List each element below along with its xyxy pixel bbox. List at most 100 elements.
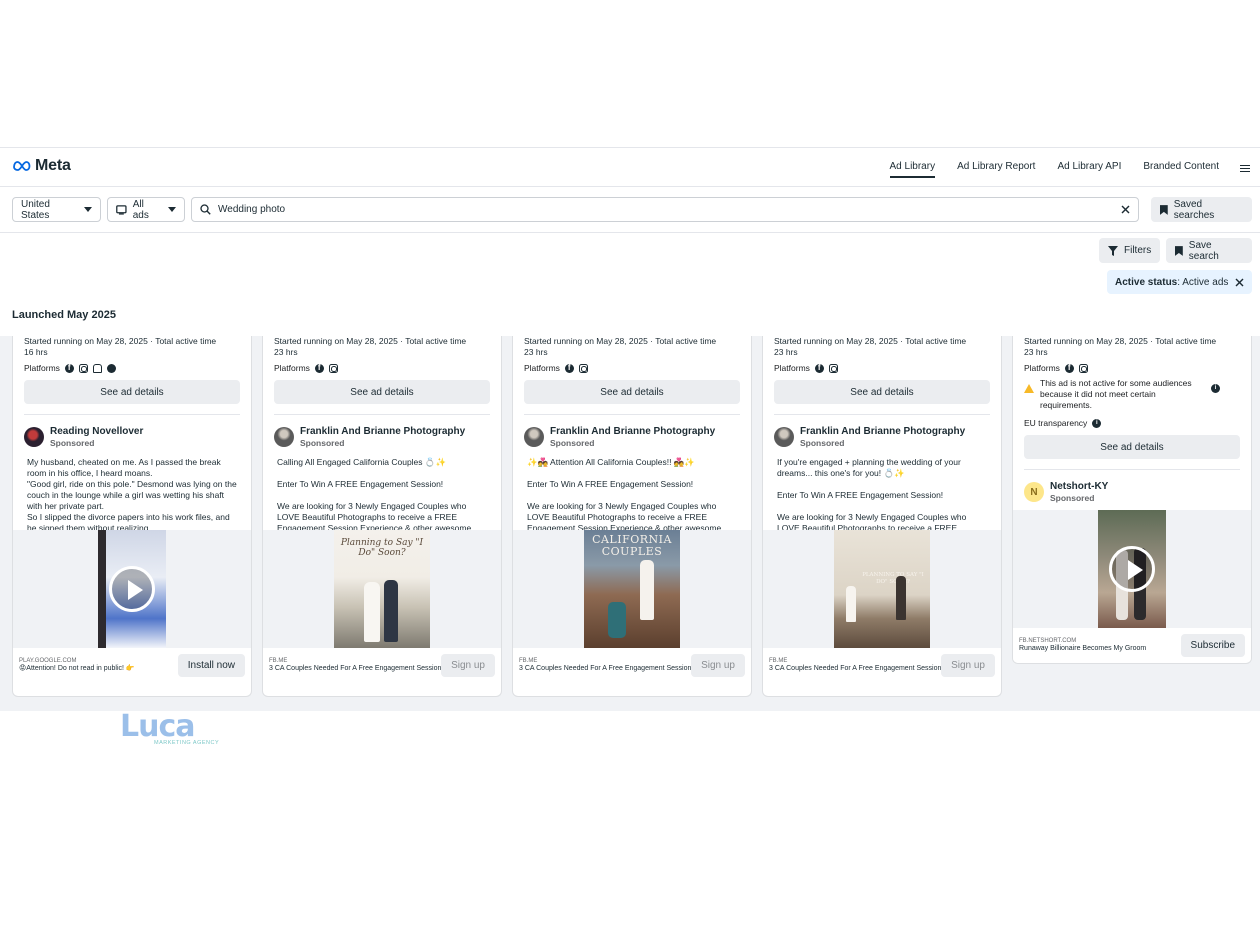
image-caption: Planning to Say "I Do" Soon? [340,538,424,558]
see-ad-details-button[interactable]: See ad details [1024,435,1240,459]
close-icon[interactable] [1121,205,1130,214]
advertiser-header[interactable]: Franklin And Brianne Photography Sponsor… [763,425,1001,449]
audience-warning: This ad is not active for some audiences… [1013,378,1251,411]
menu-icon[interactable] [1230,148,1260,188]
ad-card: Started running on May 28, 2025 · Total … [1012,336,1252,664]
platforms-label: Platforms [774,363,810,373]
avatar[interactable] [524,427,544,447]
sponsored-label: Sponsored [300,437,345,448]
play-icon[interactable] [109,566,155,612]
ad-media[interactable] [1013,510,1251,628]
nav-ad-library[interactable]: Ad Library [879,148,947,188]
advertiser-name[interactable]: Reading Novellover [50,426,143,438]
avatar[interactable] [774,427,794,447]
save-search-button[interactable]: Save search [1166,238,1252,263]
sponsored-label: Sponsored [1050,492,1095,503]
ad-footer[interactable]: FB.ME 3 CA Couples Needed For A Free Eng… [763,648,1001,682]
started-running: Started running on May 28, 2025 · Total … [24,336,217,346]
warning-icon [1024,384,1034,393]
advertiser-header[interactable]: N Netshort-KY Sponsored [1013,480,1251,504]
search-query: Wedding photo [218,204,286,215]
instagram-icon [828,363,838,373]
active-status-chip[interactable]: Active status: Active ads [1107,270,1252,294]
sign-up-button[interactable]: Sign up [691,653,745,677]
facebook-icon [314,363,324,373]
nav-branded-content[interactable]: Branded Content [1132,148,1230,188]
started-running: Started running on May 28, 2025 · Total … [1024,336,1217,346]
started-running: Started running on May 28, 2025 · Total … [774,336,967,346]
platforms-label: Platforms [274,363,310,373]
section-title: Launched May 2025 [12,309,116,321]
ad-footer[interactable]: FB.ME 3 CA Couples Needed For A Free Eng… [513,648,751,682]
ad-type-select[interactable]: All ads [107,197,185,222]
sign-up-button[interactable]: Sign up [941,653,995,677]
filter-icon [1108,245,1118,256]
install-now-button[interactable]: Install now [177,653,245,677]
advertiser-header[interactable]: Reading Novellover Sponsored [13,425,251,449]
ad-body-text: ✨💑 Attention All California Couples!! 💑✨… [527,457,722,530]
sign-up-button[interactable]: Sign up [441,653,495,677]
info-icon[interactable]: i [1211,384,1220,393]
footer-headline: 3 CA Couples Needed For A Free Engagemen… [769,664,941,672]
ad-type-value: All ads [132,198,149,221]
saved-searches-label: Saved searches [1173,198,1215,221]
see-ad-details-button[interactable]: See ad details [524,380,740,404]
advertiser-name[interactable]: Netshort-KY [1050,481,1108,493]
divider [524,414,740,415]
see-ad-details-button[interactable]: See ad details [774,380,990,404]
ad-footer[interactable]: FB.NETSHORT.COM Runaway Billionaire Beco… [1013,628,1251,662]
nav-ad-library-api[interactable]: Ad Library API [1046,148,1132,188]
ad-media[interactable] [13,530,251,648]
facebook-icon [1064,363,1074,373]
info-icon[interactable]: i [1092,418,1102,428]
see-ad-details-button[interactable]: See ad details [24,380,240,404]
advertiser-name[interactable]: Franklin And Brianne Photography [550,426,715,438]
subscribe-button[interactable]: Subscribe [1180,633,1245,657]
ad-card: Started running on May 28, 2025 · Total … [762,336,1002,697]
sponsored-label: Sponsored [800,437,845,448]
platforms-row: Platforms [1013,360,1251,376]
avatar[interactable] [24,427,44,447]
filters-button[interactable]: Filters [1099,238,1161,263]
chevron-down-icon [84,207,92,212]
advertiser-name[interactable]: Franklin And Brianne Photography [300,426,465,438]
sponsored-label: Sponsored [50,437,95,448]
active-duration: 16 hrs [24,347,48,357]
ad-footer[interactable]: FB.ME 3 CA Couples Needed For A Free Eng… [263,648,501,682]
image-caption: CALIFORNIA COUPLES [592,533,672,558]
search-input[interactable]: Wedding photo [191,197,1139,222]
meta-logo[interactable]: Meta [12,157,71,175]
save-search-label: Save search [1188,239,1219,262]
advertiser-header[interactable]: Franklin And Brianne Photography Sponsor… [513,425,751,449]
chevron-down-icon [168,207,176,212]
see-ad-details-button[interactable]: See ad details [274,380,490,404]
platforms-row: Platforms [263,360,501,376]
nav-ad-library-report[interactable]: Ad Library Report [946,148,1046,188]
country-select[interactable]: United States [12,197,101,222]
facebook-icon [564,363,574,373]
ad-media[interactable]: PLANNING TO SAY "I DO" SOON? [763,530,1001,648]
ad-media[interactable]: Planning to Say "I Do" Soon? [263,530,501,648]
nav-links: Ad Library Ad Library Report Ad Library … [879,148,1260,188]
search-bar-row: United States All ads Wedding photo Save… [0,187,1260,233]
advertiser-name[interactable]: Franklin And Brianne Photography [800,426,965,438]
ad-image: CALIFORNIA COUPLES [584,530,680,648]
divider [24,414,240,415]
ad-footer[interactable]: PLAY.GOOGLE.COM 😡Attention! Do not read … [13,648,251,682]
ad-media[interactable]: CALIFORNIA COUPLES [513,530,751,648]
footer-headline: 3 CA Couples Needed For A Free Engagemen… [269,664,441,672]
ad-results-grid: Started running on May 28, 2025 · Total … [0,336,1260,711]
play-icon[interactable] [1109,546,1155,592]
eu-transparency-row[interactable]: EU transparency i [1013,415,1251,431]
avatar[interactable]: N [1024,482,1044,502]
advertiser-header[interactable]: Franklin And Brianne Photography Sponsor… [263,425,501,449]
ad-card: Started running on May 28, 2025 · Total … [262,336,502,697]
image-caption: PLANNING TO SAY "I DO" SOON? [862,572,924,585]
platforms-label: Platforms [524,363,560,373]
meta-infinity-icon [13,161,31,171]
avatar[interactable] [274,427,294,447]
chip-value: : Active ads [1177,276,1229,288]
saved-searches-button[interactable]: Saved searches [1151,197,1252,222]
close-icon[interactable] [1235,278,1244,287]
divider [274,414,490,415]
